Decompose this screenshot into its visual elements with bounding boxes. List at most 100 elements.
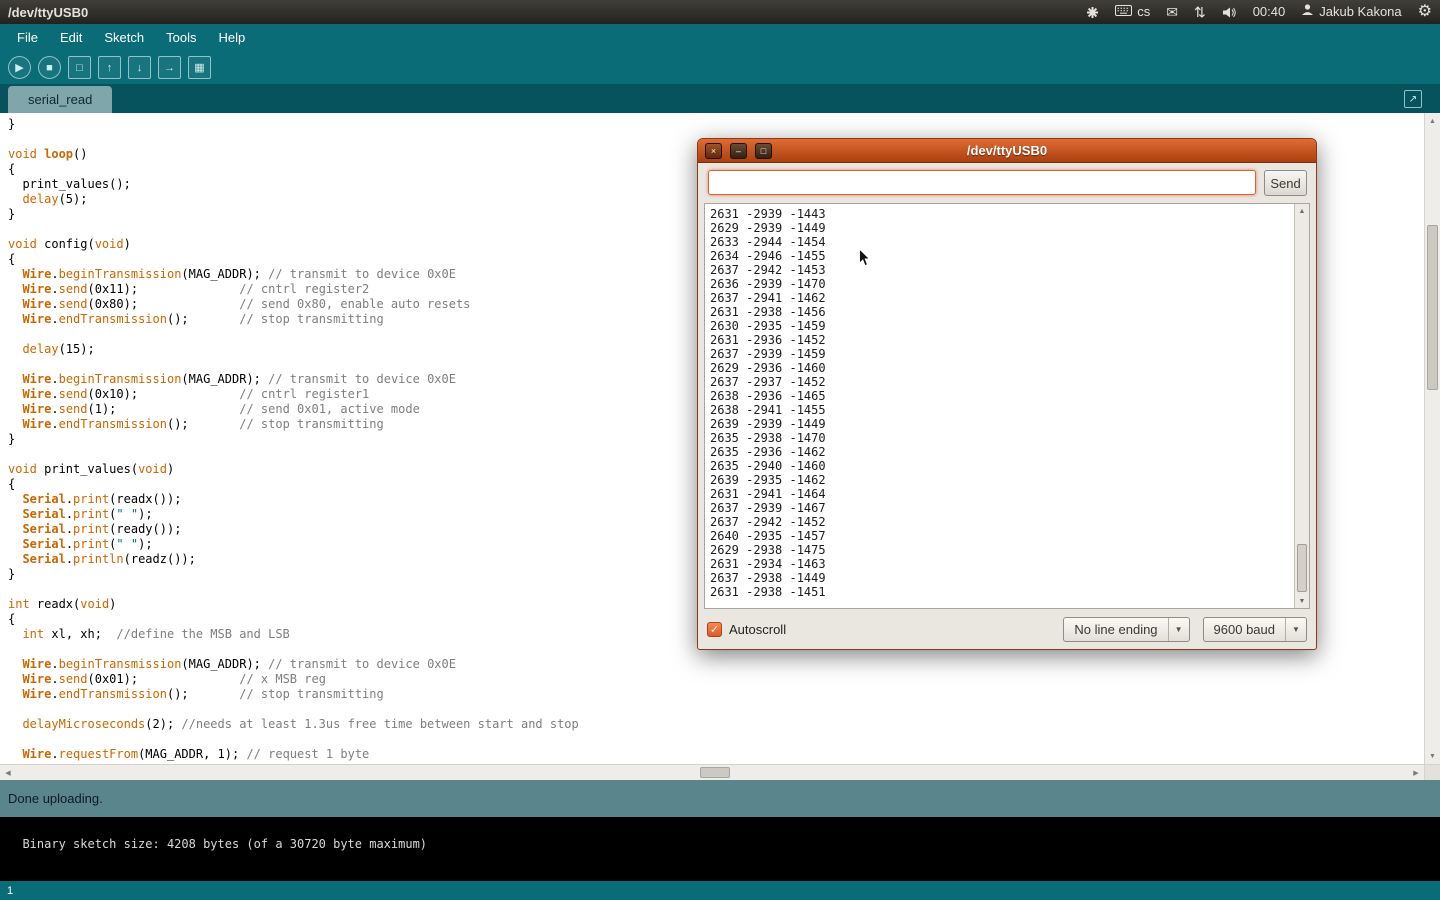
- serial-send-input[interactable]: [708, 170, 1256, 195]
- chevron-down-icon[interactable]: ▼: [1285, 618, 1306, 641]
- network-traffic-icon[interactable]: ⇅: [1194, 0, 1206, 24]
- menu-bar: FileEditSketchToolsHelp: [0, 24, 1440, 51]
- editor-vertical-scrollbar[interactable]: ▲ ▼: [1424, 113, 1440, 764]
- menu-item-edit[interactable]: Edit: [49, 25, 93, 50]
- new-tab-button[interactable]: ↗: [1404, 90, 1422, 108]
- user-menu[interactable]: Jakub Kakona: [1301, 0, 1401, 24]
- line-number-bar: 1: [0, 881, 1440, 900]
- serial-monitor-window: × – □ /dev/ttyUSB0 Send 2631 -2939 -1443…: [697, 138, 1317, 650]
- serial-line: 2639 -2939 -1449: [710, 417, 1289, 431]
- serial-line: 2637 -2939 -1459: [710, 347, 1289, 361]
- serial-line: 2635 -2936 -1462: [710, 445, 1289, 459]
- status-bar: Done uploading.: [0, 780, 1440, 817]
- serial-line: 2638 -2941 -1455: [710, 403, 1289, 417]
- horizontal-scrollbar-thumb[interactable]: [700, 767, 730, 778]
- serial-line: 2630 -2935 -1459: [710, 319, 1289, 333]
- keyboard-layout-indicator[interactable]: cs: [1115, 0, 1150, 24]
- baud-rate-select[interactable]: 9600 baud ▼: [1203, 617, 1307, 642]
- serial-monitor-button[interactable]: ▦: [188, 56, 211, 79]
- serial-window-titlebar[interactable]: × – □ /dev/ttyUSB0: [698, 139, 1316, 163]
- editor-horizontal-scrollbar[interactable]: ◀ ▶: [0, 764, 1424, 780]
- serial-line: 2631 -2938 -1456: [710, 305, 1289, 319]
- serial-line: 2637 -2942 -1452: [710, 515, 1289, 529]
- user-icon: [1301, 0, 1314, 24]
- scroll-left-arrow-icon[interactable]: ◀: [1, 765, 15, 780]
- serial-line: 2633 -2944 -1454: [710, 235, 1289, 249]
- serial-line: 2631 -2936 -1452: [710, 333, 1289, 347]
- line-ending-value: No line ending: [1064, 622, 1167, 637]
- serial-line: 2636 -2939 -1470: [710, 277, 1289, 291]
- status-message: Done uploading.: [8, 791, 103, 806]
- minimize-button[interactable]: –: [730, 143, 747, 159]
- line-ending-select[interactable]: No line ending ▼: [1063, 617, 1189, 642]
- baud-rate-value: 9600 baud: [1204, 622, 1285, 637]
- menu-item-sketch[interactable]: Sketch: [93, 25, 155, 50]
- serial-line: 2640 -2935 -1457: [710, 529, 1289, 543]
- code-line: [8, 732, 1424, 747]
- tab-serial-read[interactable]: serial_read: [8, 86, 112, 113]
- serial-window-title: /dev/ttyUSB0: [698, 139, 1316, 163]
- serial-output-area[interactable]: 2631 -2939 -14432629 -2939 -14492633 -29…: [704, 203, 1310, 609]
- upload-button[interactable]: →: [158, 56, 181, 79]
- toolbar: ▶ ■ □ ↑ ↓ → ▦: [0, 51, 1440, 84]
- serial-line: 2631 -2934 -1463: [710, 557, 1289, 571]
- serial-line: 2631 -2938 -1451: [710, 585, 1289, 599]
- serial-bottom-controls: ✓ Autoscroll No line ending ▼ 9600 baud …: [707, 616, 1307, 642]
- vertical-scrollbar-thumb[interactable]: [1427, 225, 1438, 390]
- top-panel: /dev/ttyUSB0 cs ✉ ⇅ 00:40 Jakub Kakona ⚙: [0, 0, 1440, 24]
- volume-icon[interactable]: [1222, 6, 1237, 19]
- code-line: [8, 702, 1424, 717]
- scrollbar-corner: [1424, 764, 1440, 780]
- menu-item-tools[interactable]: Tools: [155, 25, 207, 50]
- serial-line: 2637 -2937 -1452: [710, 375, 1289, 389]
- menu-item-file[interactable]: File: [6, 25, 49, 50]
- serial-output-text: 2631 -2939 -14432629 -2939 -14492633 -29…: [705, 204, 1294, 608]
- code-line: Wire.endTransmission(); // stop transmit…: [8, 687, 1424, 702]
- autoscroll-checkbox[interactable]: ✓: [707, 622, 722, 637]
- serial-scroll-down-icon[interactable]: ▼: [1295, 595, 1309, 607]
- serial-line: 2635 -2938 -1470: [710, 431, 1289, 445]
- serial-line: 2637 -2942 -1453: [710, 263, 1289, 277]
- line-number: 1: [7, 885, 13, 897]
- verify-button[interactable]: ▶: [8, 56, 31, 79]
- code-line: Wire.beginTransmission(MAG_ADDR); // tra…: [8, 657, 1424, 672]
- scroll-right-arrow-icon[interactable]: ▶: [1409, 765, 1423, 780]
- code-line: Wire.send(0x01); // x MSB reg: [8, 672, 1424, 687]
- tab-bar: serial_read ↗: [0, 84, 1440, 113]
- code-line: }: [8, 117, 1424, 132]
- open-button[interactable]: ↑: [98, 56, 121, 79]
- scroll-up-arrow-icon[interactable]: ▲: [1425, 114, 1440, 128]
- send-button[interactable]: Send: [1264, 170, 1307, 196]
- indicator-icon[interactable]: [1086, 6, 1099, 19]
- close-button[interactable]: ×: [705, 143, 722, 159]
- chevron-down-icon[interactable]: ▼: [1168, 618, 1189, 641]
- new-sketch-button[interactable]: □: [68, 56, 91, 79]
- active-window-title: /dev/ttyUSB0: [8, 5, 88, 20]
- scroll-down-arrow-icon[interactable]: ▼: [1425, 749, 1440, 763]
- menu-item-help[interactable]: Help: [207, 25, 256, 50]
- serial-line: 2631 -2939 -1443: [710, 207, 1289, 221]
- serial-line: 2635 -2940 -1460: [710, 459, 1289, 473]
- serial-scrollbar-thumb[interactable]: [1297, 544, 1307, 592]
- serial-vertical-scrollbar[interactable]: ▲ ▼: [1294, 204, 1309, 608]
- serial-line: 2631 -2941 -1464: [710, 487, 1289, 501]
- session-gear-icon[interactable]: ⚙: [1418, 0, 1432, 24]
- clock[interactable]: 00:40: [1253, 0, 1286, 24]
- console-output: Binary sketch size: 4208 bytes (of a 307…: [0, 817, 1440, 881]
- serial-line: 2637 -2938 -1449: [710, 571, 1289, 585]
- serial-line: 2629 -2939 -1449: [710, 221, 1289, 235]
- serial-scroll-up-icon[interactable]: ▲: [1295, 205, 1309, 217]
- keyboard-icon: [1115, 0, 1132, 24]
- mail-icon[interactable]: ✉: [1166, 0, 1178, 24]
- system-tray: cs ✉ ⇅ 00:40 Jakub Kakona ⚙: [1086, 0, 1432, 24]
- serial-line: 2629 -2938 -1475: [710, 543, 1289, 557]
- autoscroll-label: Autoscroll: [729, 622, 786, 637]
- code-line: delayMicroseconds(2); //needs at least 1…: [8, 717, 1424, 732]
- serial-line: 2637 -2939 -1467: [710, 501, 1289, 515]
- serial-line: 2639 -2935 -1462: [710, 473, 1289, 487]
- stop-button[interactable]: ■: [38, 56, 61, 79]
- maximize-button[interactable]: □: [755, 143, 772, 159]
- save-button[interactable]: ↓: [128, 56, 151, 79]
- serial-line: 2634 -2946 -1455: [710, 249, 1289, 263]
- user-name: Jakub Kakona: [1319, 0, 1401, 24]
